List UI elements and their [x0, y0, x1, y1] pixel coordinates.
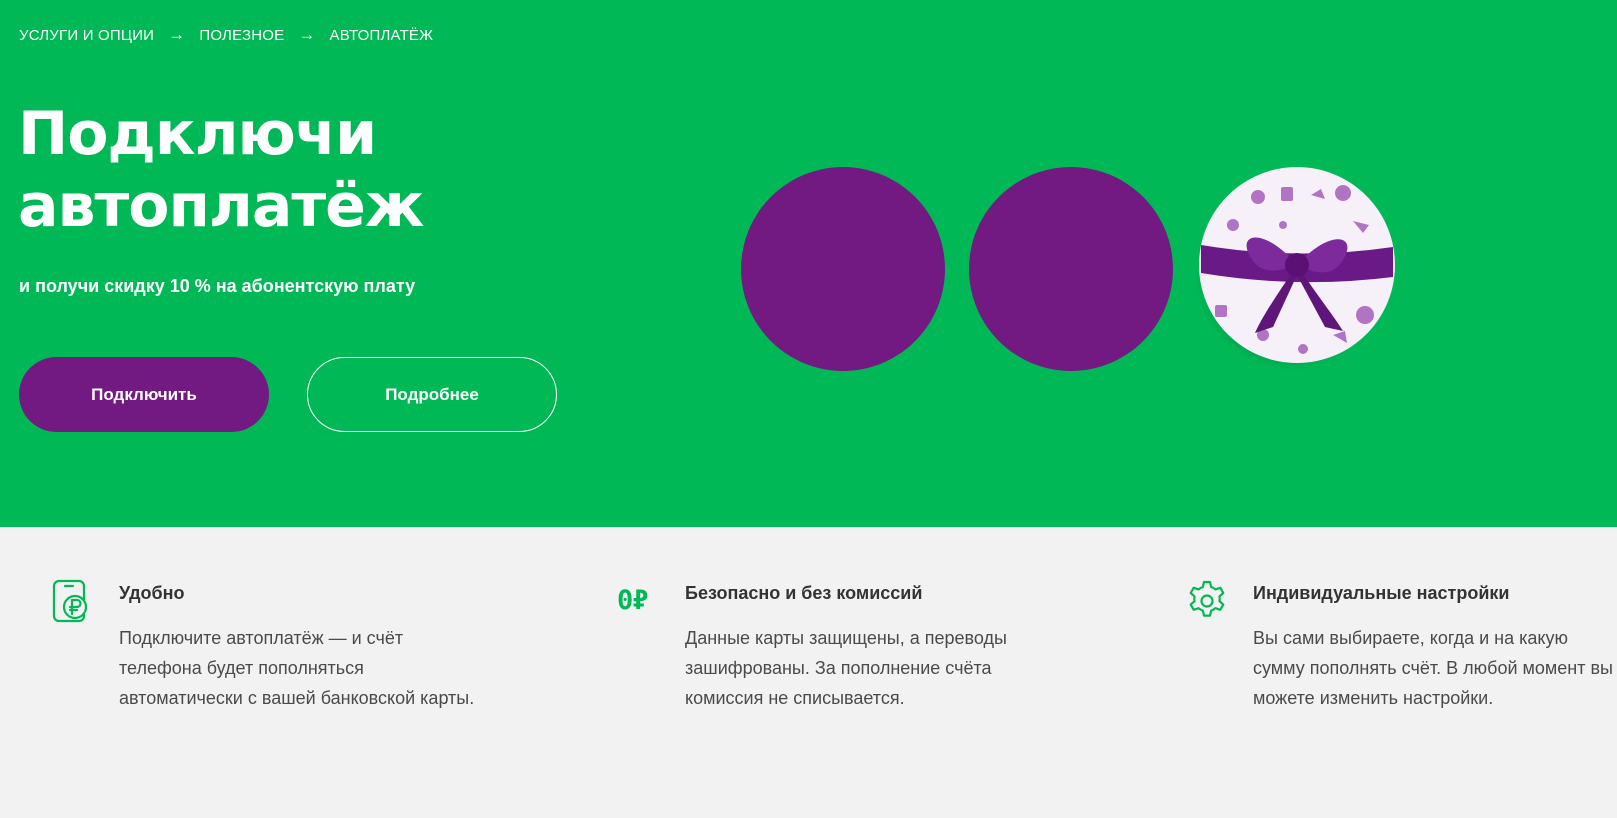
page-title-line2: автоплатёж [18, 171, 425, 241]
feature-title: Безопасно и без комиссий [685, 583, 923, 603]
phone-ruble-icon [52, 579, 88, 623]
feature-text: Подключите автоплатёж — и счёт телефона … [119, 628, 475, 708]
breadcrumb: Услуги и опции → Полезное → Автоплатёж [19, 25, 433, 45]
feature-text: Данные карты защищены, а переводы зашифр… [685, 628, 1007, 708]
feature-title: Удобно [119, 583, 185, 603]
breadcrumb-separator: → [298, 25, 316, 44]
page-title: Подключи автоплатёж [18, 98, 578, 242]
more-info-button[interactable]: Подробнее [307, 357, 557, 432]
hero-banner: Услуги и опции → Полезное → Автоплатёж П… [0, 0, 1617, 527]
breadcrumb-services[interactable]: Услуги и опции [19, 27, 154, 44]
gear-icon [1189, 580, 1225, 617]
purple-circle [741, 167, 945, 371]
feature-title: Индивидуальные настройки [1253, 583, 1510, 603]
connect-button[interactable]: Подключить [19, 357, 269, 432]
hero-subtitle: и получи скидку 10 % на абонентскую плат… [19, 276, 416, 296]
features-section: Удобно Подключите автоплатёж — и счёт те… [0, 527, 1617, 818]
feature-text: Вы сами выбираете, когда и на какую сумм… [1253, 628, 1613, 708]
gift-box-image [1193, 167, 1395, 373]
breadcrumb-useful[interactable]: Полезное [199, 27, 284, 44]
breadcrumb-separator: → [168, 25, 186, 44]
zero-ruble-icon: 0₽ [617, 585, 649, 616]
purple-circle [969, 167, 1173, 371]
breadcrumb-autopay[interactable]: Автоплатёж [330, 27, 434, 44]
page-title-line1: Подключи [18, 99, 377, 169]
